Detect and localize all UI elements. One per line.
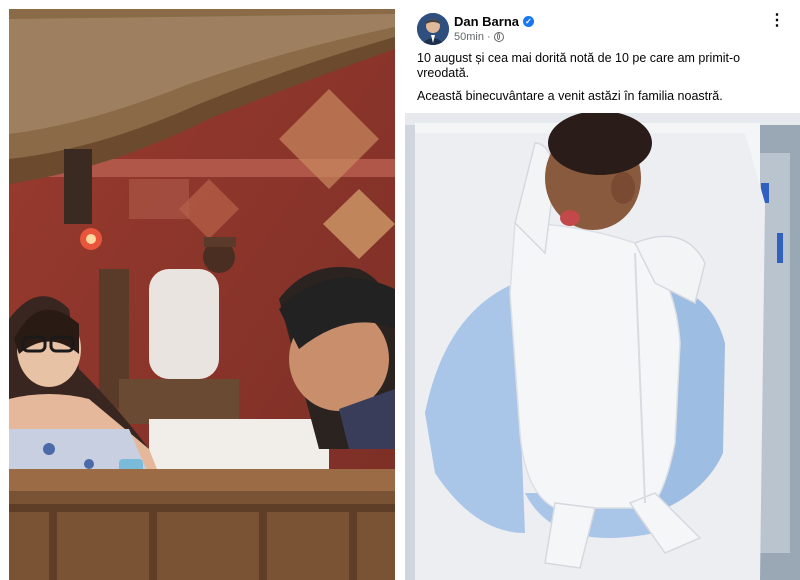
post-time[interactable]: 50min bbox=[454, 31, 484, 43]
verified-badge-icon: ✓ bbox=[523, 16, 535, 27]
facebook-post: Dan Barna ✓ 50min · ⋮ 10 august și cea m… bbox=[405, 0, 800, 580]
restaurant-photo bbox=[9, 9, 395, 580]
author-name[interactable]: Dan Barna bbox=[454, 14, 519, 29]
more-options-button[interactable]: ⋮ bbox=[769, 13, 786, 29]
post-text: 10 august și cea mai dorită notă de 10 p… bbox=[417, 51, 777, 112]
post-paragraph: 10 august și cea mai dorită notă de 10 p… bbox=[417, 51, 741, 80]
newborn-photo[interactable] bbox=[405, 113, 800, 580]
post-paragraph: Această binecuvântare a venit astăzi în … bbox=[417, 89, 723, 103]
globe-icon bbox=[493, 32, 504, 42]
author-avatar[interactable] bbox=[417, 13, 449, 45]
